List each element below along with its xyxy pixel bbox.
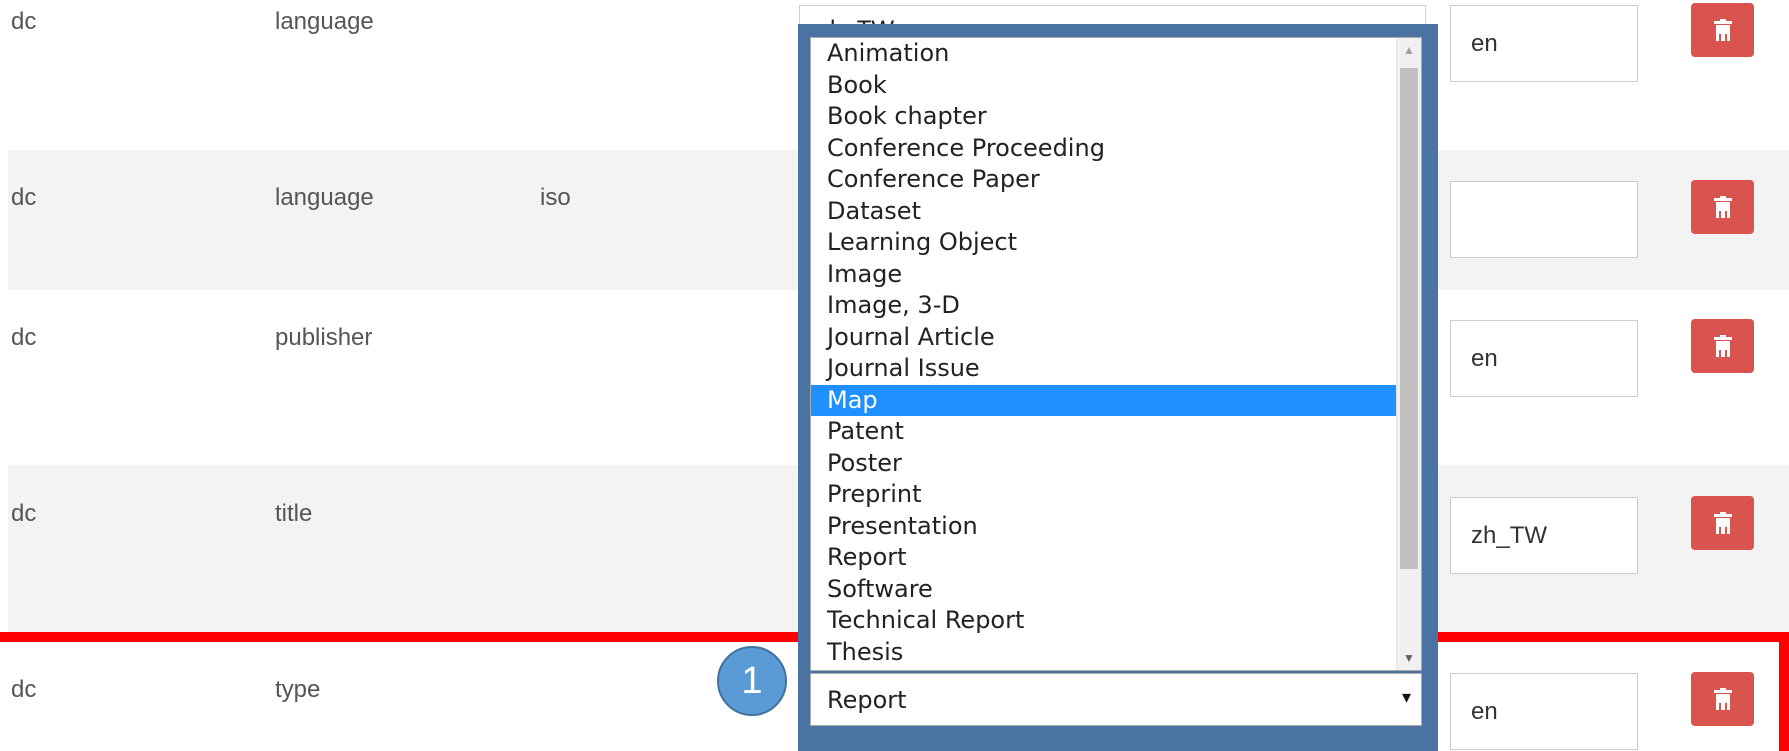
dropdown-option[interactable]: Journal Issue bbox=[811, 353, 1396, 385]
scroll-down-arrow-icon[interactable]: ▼ bbox=[1397, 646, 1421, 670]
language-input-row-3[interactable]: en bbox=[1450, 320, 1638, 397]
schema-cell: dc bbox=[11, 8, 37, 35]
dropdown-option[interactable]: Image, 3-D bbox=[811, 290, 1396, 322]
dropdown-option[interactable]: Patent bbox=[811, 416, 1396, 448]
dropdown-option[interactable]: Journal Article bbox=[811, 322, 1396, 354]
dropdown-option[interactable]: Software bbox=[811, 574, 1396, 606]
trash-icon bbox=[1713, 512, 1732, 538]
listbox-scrollbar[interactable]: ▲ ▼ bbox=[1396, 38, 1421, 670]
qualifier-cell: iso bbox=[540, 184, 571, 211]
language-input-row-1[interactable]: en bbox=[1450, 5, 1638, 82]
dropdown-option[interactable]: Book bbox=[811, 70, 1396, 102]
dropdown-option[interactable]: Conference Proceeding bbox=[811, 133, 1396, 165]
delete-button-row-2[interactable] bbox=[1691, 180, 1754, 234]
schema-cell: dc bbox=[11, 676, 37, 703]
dropdown-option[interactable]: Dataset bbox=[811, 196, 1396, 228]
dropdown-option[interactable]: Technical Report bbox=[811, 605, 1396, 637]
dropdown-option[interactable]: Presentation bbox=[811, 511, 1396, 543]
trash-icon bbox=[1713, 19, 1732, 45]
dropdown-option[interactable]: Animation bbox=[811, 38, 1396, 70]
schema-cell: dc bbox=[11, 184, 37, 211]
element-cell: title bbox=[275, 500, 313, 527]
type-value-select[interactable]: Report ▾ bbox=[810, 673, 1422, 726]
selected-value: Report bbox=[827, 685, 907, 714]
schema-cell: dc bbox=[11, 324, 37, 351]
trash-icon bbox=[1713, 688, 1732, 714]
chevron-down-icon: ▾ bbox=[1401, 687, 1411, 708]
dropdown-option[interactable]: Preprint bbox=[811, 479, 1396, 511]
type-options-listbox[interactable]: Animation Book Book chapter Conference Proc… bbox=[810, 37, 1422, 671]
dropdown-option[interactable]: Report bbox=[811, 542, 1396, 574]
language-input-row-2[interactable] bbox=[1450, 181, 1638, 258]
schema-cell: dc bbox=[11, 500, 37, 527]
element-cell: language bbox=[275, 184, 374, 211]
delete-button-row-4[interactable] bbox=[1691, 496, 1754, 550]
dropdown-option[interactable]: Image bbox=[811, 259, 1396, 291]
delete-button-row-3[interactable] bbox=[1691, 319, 1754, 373]
element-cell: language bbox=[275, 8, 374, 35]
options-list: Animation Book Book chapter Conference Proc… bbox=[811, 38, 1396, 668]
language-input-row-4[interactable]: zh_TW bbox=[1450, 497, 1638, 574]
language-input-row-5[interactable]: en bbox=[1450, 673, 1638, 750]
dropdown-option[interactable]: Poster bbox=[811, 448, 1396, 480]
scroll-up-arrow-icon[interactable]: ▲ bbox=[1397, 38, 1421, 62]
trash-icon bbox=[1713, 196, 1732, 222]
trash-icon bbox=[1713, 335, 1732, 361]
delete-button-row-5[interactable] bbox=[1691, 672, 1754, 726]
dropdown-option[interactable]: Thesis bbox=[811, 637, 1396, 669]
dropdown-option[interactable]: Learning Object bbox=[811, 227, 1396, 259]
dropdown-option[interactable]: Book chapter bbox=[811, 101, 1396, 133]
step-number-badge: 1 bbox=[717, 646, 787, 716]
element-cell: publisher bbox=[275, 324, 373, 351]
element-cell: type bbox=[275, 676, 321, 703]
scrollbar-thumb[interactable] bbox=[1400, 68, 1418, 569]
delete-button-row-1[interactable] bbox=[1691, 3, 1754, 57]
highlight-frame-right bbox=[1779, 632, 1789, 751]
dropdown-option[interactable]: Conference Paper bbox=[811, 164, 1396, 196]
dropdown-option[interactable]: Map bbox=[811, 384, 1396, 416]
